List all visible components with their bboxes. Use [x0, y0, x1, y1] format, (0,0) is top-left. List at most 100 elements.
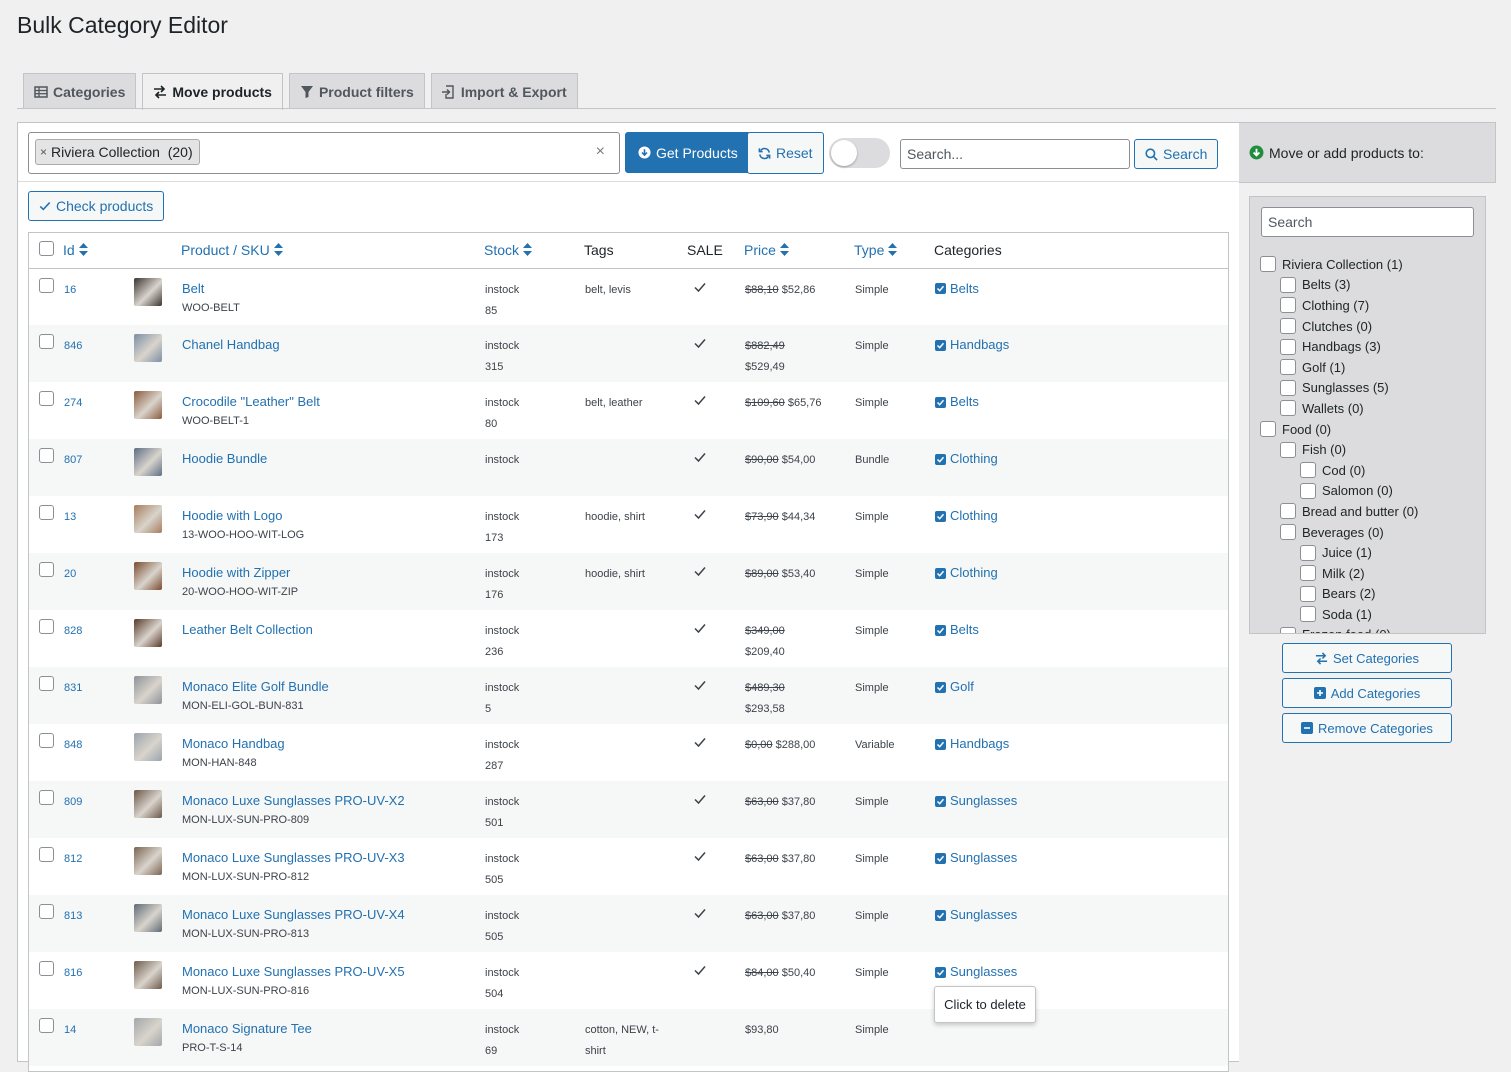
product-id-link[interactable]: 274	[64, 397, 82, 409]
category-checkbox[interactable]	[1280, 338, 1296, 355]
product-name-link[interactable]: Hoodie with Zipper	[182, 564, 483, 582]
category-tree-item[interactable]: Clothing (7)	[1260, 295, 1418, 316]
row-checkbox[interactable]	[39, 277, 54, 293]
category-checkbox[interactable]	[1280, 503, 1296, 520]
category-checkbox[interactable]	[1280, 379, 1296, 396]
product-id-link[interactable]: 13	[64, 511, 76, 523]
col-type[interactable]: Type	[854, 233, 934, 269]
category-checkbox[interactable]	[1300, 606, 1316, 623]
category-tag[interactable]: Golf	[935, 678, 974, 696]
col-product[interactable]: Product / SKU	[181, 233, 484, 269]
category-checkbox[interactable]	[1280, 441, 1296, 458]
row-checkbox[interactable]	[39, 505, 54, 520]
row-checkbox[interactable]	[39, 847, 54, 862]
product-id-link[interactable]: 846	[64, 340, 82, 352]
add-categories-button[interactable]: Add Categories	[1282, 678, 1452, 708]
category-tag[interactable]: Sunglasses	[935, 906, 1017, 924]
tab-import-export[interactable]: Import & Export	[430, 73, 578, 109]
product-name-link[interactable]: Monaco Signature Tee	[182, 1020, 483, 1038]
category-checkbox[interactable]	[1300, 482, 1316, 499]
product-id-link[interactable]: 14	[64, 1024, 76, 1036]
category-checkbox[interactable]	[1260, 421, 1276, 438]
check-products-button[interactable]: Check products	[28, 191, 165, 221]
product-name-link[interactable]: Monaco Luxe Sunglasses PRO-UV-X3	[182, 849, 483, 867]
search-button[interactable]: Search	[1134, 139, 1219, 169]
row-checkbox[interactable]	[39, 790, 54, 805]
category-tag[interactable]: Belts	[935, 393, 979, 411]
product-name-link[interactable]: Monaco Luxe Sunglasses PRO-UV-X5	[182, 963, 483, 981]
category-tree-item[interactable]: Sunglasses (5)	[1260, 378, 1418, 399]
category-tag[interactable]: Sunglasses	[935, 963, 1017, 981]
product-name-link[interactable]: Crocodile "Leather" Belt	[182, 393, 483, 411]
tab-move-products[interactable]: Move products	[142, 73, 283, 110]
category-checkbox[interactable]	[1300, 544, 1316, 561]
category-search-input[interactable]	[1261, 207, 1474, 237]
category-tag[interactable]: Belts	[935, 621, 979, 639]
category-checkbox[interactable]	[1280, 626, 1296, 633]
row-checkbox[interactable]	[39, 961, 54, 976]
category-tag[interactable]: Clothing	[935, 564, 998, 582]
category-checkbox[interactable]	[1300, 462, 1316, 479]
row-checkbox[interactable]	[39, 619, 54, 634]
category-select[interactable]: × Riviera Collection (20) ×	[28, 132, 620, 174]
product-name-link[interactable]: Monaco Luxe Sunglasses PRO-UV-X2	[182, 792, 483, 810]
product-search-input[interactable]	[900, 139, 1130, 169]
row-checkbox[interactable]	[39, 448, 54, 463]
get-products-button[interactable]: Get Products	[625, 132, 751, 173]
row-checkbox[interactable]	[39, 904, 54, 919]
category-tree-item[interactable]: Beverages (0)	[1260, 522, 1418, 543]
tab-product-filters[interactable]: Product filters	[288, 73, 425, 109]
tab-categories[interactable]: Categories	[23, 73, 137, 109]
category-tag[interactable]: Sunglasses	[935, 792, 1017, 810]
row-checkbox[interactable]	[39, 334, 54, 349]
category-tree-item[interactable]: Frozen food (0)	[1260, 625, 1418, 633]
category-tree-item[interactable]: Salomon (0)	[1260, 481, 1418, 502]
category-tag[interactable]: Clothing	[935, 507, 998, 525]
row-checkbox[interactable]	[39, 1018, 54, 1033]
category-tree-item[interactable]: Food (0)	[1260, 419, 1418, 440]
product-name-link[interactable]: Chanel Handbag	[182, 336, 483, 354]
product-name-link[interactable]: Monaco Handbag	[182, 735, 483, 753]
product-id-link[interactable]: 20	[64, 568, 76, 580]
col-price[interactable]: Price	[744, 233, 854, 269]
category-tag[interactable]: Clothing	[935, 450, 998, 468]
category-tree-item[interactable]: Cod (0)	[1260, 460, 1418, 481]
col-id[interactable]: Id	[63, 233, 133, 269]
category-tag[interactable]: Belts	[935, 280, 979, 298]
select-all-checkbox[interactable]	[39, 241, 54, 257]
category-tree-item[interactable]: Handbags (3)	[1260, 336, 1418, 357]
category-checkbox[interactable]	[1280, 359, 1296, 376]
product-id-link[interactable]: 812	[64, 853, 82, 865]
product-id-link[interactable]: 831	[64, 682, 82, 694]
category-tree-item[interactable]: Soda (1)	[1260, 604, 1418, 625]
product-id-link[interactable]: 828	[64, 625, 82, 637]
product-name-link[interactable]: Belt	[182, 280, 483, 298]
product-id-link[interactable]: 848	[64, 739, 82, 751]
product-id-link[interactable]: 809	[64, 796, 82, 808]
category-checkbox[interactable]	[1280, 400, 1296, 417]
mode-toggle[interactable]	[829, 138, 890, 168]
product-id-link[interactable]: 16	[64, 284, 76, 296]
product-name-link[interactable]: Monaco Luxe Sunglasses PRO-UV-X4	[182, 906, 483, 924]
col-stock[interactable]: Stock	[484, 233, 584, 269]
category-tag[interactable]: Sunglasses	[935, 849, 1017, 867]
category-checkbox[interactable]	[1280, 297, 1296, 314]
product-name-link[interactable]: Monaco Elite Golf Bundle	[182, 678, 483, 696]
category-checkbox[interactable]	[1300, 565, 1316, 582]
row-checkbox[interactable]	[39, 391, 54, 406]
category-tree-item[interactable]: Bread and butter (0)	[1260, 501, 1418, 522]
row-checkbox[interactable]	[39, 562, 54, 577]
category-tag[interactable]: Handbags	[935, 336, 1009, 354]
chip-remove-icon[interactable]: ×	[40, 145, 47, 159]
category-checkbox[interactable]	[1280, 318, 1296, 335]
category-tree-item[interactable]: Clutches (0)	[1260, 316, 1418, 337]
product-name-link[interactable]: Hoodie Bundle	[182, 450, 483, 468]
category-tree-item[interactable]: Milk (2)	[1260, 563, 1418, 584]
set-categories-button[interactable]: Set Categories	[1282, 643, 1452, 673]
category-checkbox[interactable]	[1280, 276, 1296, 293]
category-tree-item[interactable]: Bears (2)	[1260, 584, 1418, 605]
reset-button[interactable]: Reset	[747, 132, 824, 174]
category-checkbox[interactable]	[1300, 585, 1316, 602]
product-id-link[interactable]: 813	[64, 910, 82, 922]
category-tree-item[interactable]: Fish (0)	[1260, 439, 1418, 460]
